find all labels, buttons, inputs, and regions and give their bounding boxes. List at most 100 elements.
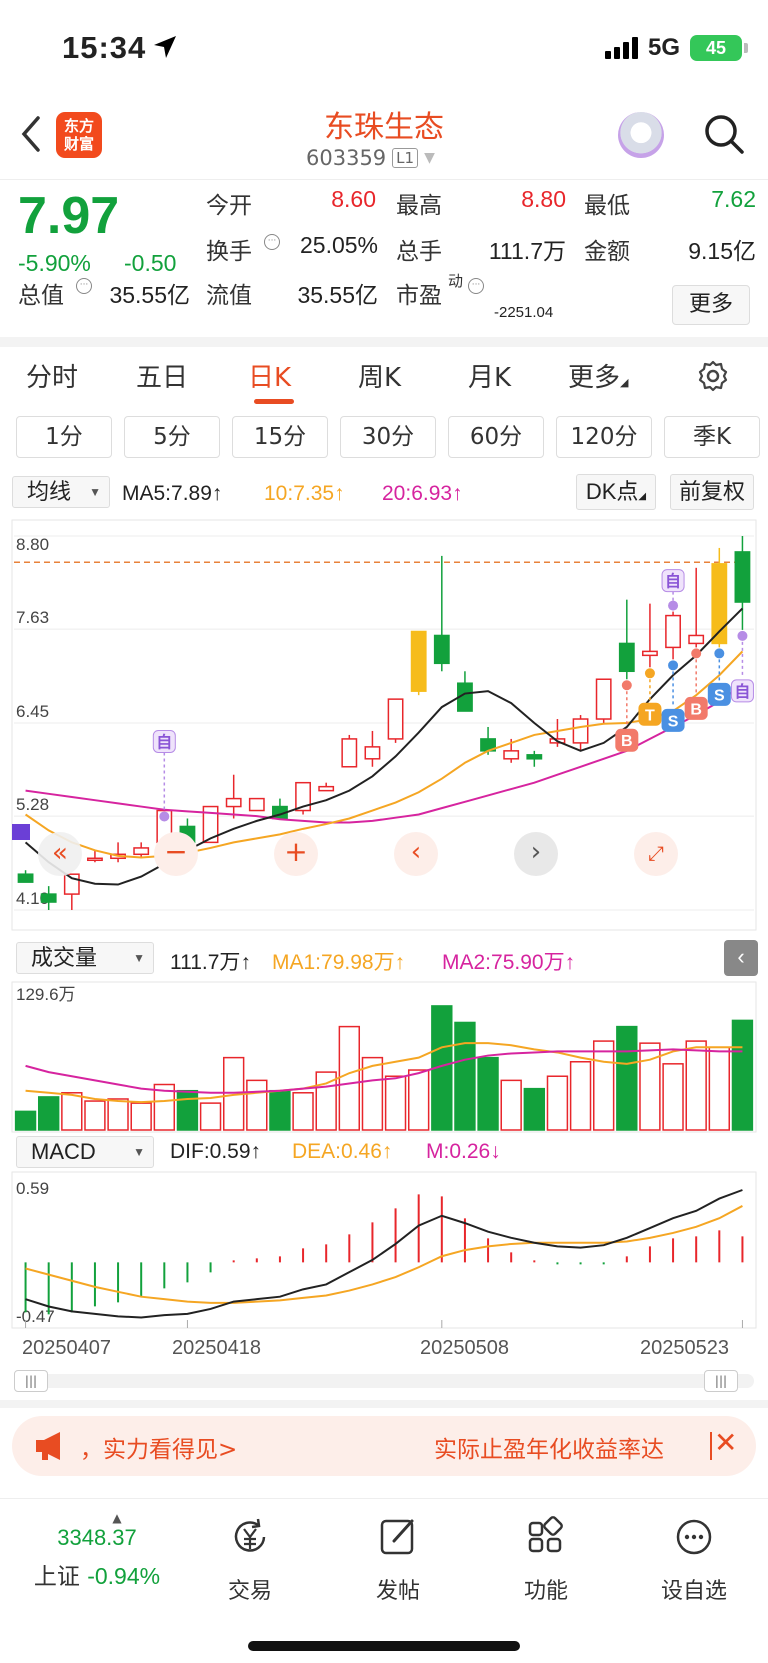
macd-top-label: 0.59 xyxy=(16,1179,49,1198)
candle-body xyxy=(87,857,103,862)
zoom-in-button[interactable]: + xyxy=(274,832,318,876)
tab-wuri[interactable]: 五日 xyxy=(136,357,188,394)
volume-select[interactable]: 成交量 ▼ xyxy=(16,942,154,974)
more-dots-icon xyxy=(676,1519,712,1555)
quote-value-low: 7.62 xyxy=(711,186,756,212)
candle-body xyxy=(225,797,242,808)
signal-icon xyxy=(604,37,638,59)
gear-icon[interactable] xyxy=(696,359,730,393)
candle-body xyxy=(410,630,427,692)
battery-icon: 45 xyxy=(690,35,748,61)
signal-label: 自 xyxy=(665,572,681,591)
dk-point-button[interactable]: DK点◢ xyxy=(576,474,656,510)
btn-60min[interactable]: 60分 xyxy=(448,416,544,458)
index-widget[interactable]: ▲ 3348.37 上证 -0.94% xyxy=(22,1511,172,1591)
btn-120min[interactable]: 120分 xyxy=(556,416,652,458)
scroll-right-button[interactable]: › xyxy=(514,832,558,876)
caret-icon: ◢ xyxy=(638,491,647,502)
caret-up-icon: ▲ xyxy=(112,1511,122,1525)
search-icon[interactable] xyxy=(702,112,746,156)
candle-body xyxy=(526,754,543,760)
volume-bar xyxy=(61,1092,83,1131)
stock-code-selector[interactable]: 603359 L1 ▼ xyxy=(306,146,435,170)
volume-ma2: MA2:75.90万↑ xyxy=(442,951,576,974)
tab-weekly-k[interactable]: 周K xyxy=(358,357,401,394)
macd-dif-line xyxy=(25,1189,743,1319)
promo-banner[interactable]: ，实力看得见> 实际止盈年化收益率达 ✕ xyxy=(12,1416,756,1476)
date-label: 20250508 xyxy=(420,1337,509,1359)
collapse-panel-button[interactable]: ‹ xyxy=(724,940,758,976)
status-time: 15:34 xyxy=(62,30,147,65)
info-dots-icon[interactable]: ··· xyxy=(264,234,280,250)
ma5-value: MA5:7.89 xyxy=(122,482,212,505)
ma10-value: 10:7.35 xyxy=(264,482,335,505)
dk-label: DK点 xyxy=(585,479,639,504)
scroll-start-button[interactable]: « xyxy=(38,832,82,876)
assistant-robot-icon[interactable] xyxy=(618,112,664,158)
info-dots-icon[interactable]: ··· xyxy=(468,278,484,294)
candle-body xyxy=(387,698,404,740)
volume-bar xyxy=(176,1089,199,1131)
scroll-handle-left[interactable]: ||| xyxy=(14,1370,48,1392)
nav-watchlist[interactable]: 设自选 xyxy=(634,1515,754,1605)
yen-exchange-icon xyxy=(234,1518,266,1552)
ma10-label: 10:7.35↑ xyxy=(264,482,345,505)
volume-ma1-value: MA1:79.98万 xyxy=(272,951,395,974)
nav-functions[interactable]: 功能 xyxy=(486,1515,606,1605)
active-tab-underline xyxy=(254,399,294,404)
tab-fenshi[interactable]: 分时 xyxy=(26,357,78,394)
pe-superscript: 动 xyxy=(448,272,464,290)
btn-30min[interactable]: 30分 xyxy=(340,416,436,458)
fullscreen-button[interactable]: ⤢ xyxy=(634,832,678,876)
btn-15min[interactable]: 15分 xyxy=(232,416,328,458)
candle-body xyxy=(433,634,450,665)
signal-dot xyxy=(714,648,725,659)
banner-divider xyxy=(710,1432,712,1460)
btn-quarter-k[interactable]: 季K xyxy=(664,416,760,458)
volume-bar xyxy=(731,1019,754,1131)
macd-frame xyxy=(11,1171,757,1329)
volume-chart: 129.6万 xyxy=(11,981,757,1133)
chart-area: 均线 ▼ MA5:7.89↑ 10:7.35↑ 20:6.93↑ DK点◢ 前复权… xyxy=(0,470,768,1370)
candle-body xyxy=(688,634,705,645)
signal-dot xyxy=(737,630,748,641)
volume-bar xyxy=(199,1102,222,1131)
quote-value-total-value: 35.55亿 xyxy=(109,282,190,308)
volume-bar xyxy=(14,1110,37,1131)
index-line: 上证 -0.94% xyxy=(22,1557,172,1591)
dropdown-arrow-icon: ▼ xyxy=(133,1145,145,1159)
tab-more[interactable]: 更多◢ xyxy=(568,357,628,394)
signal-dot xyxy=(691,648,702,659)
zoom-out-button[interactable]: − xyxy=(154,832,198,876)
btn-5min[interactable]: 5分 xyxy=(124,416,220,458)
quote-label-total-value: 总值 xyxy=(18,283,64,309)
volume-bar xyxy=(269,1089,291,1131)
volume-bar xyxy=(616,1025,638,1131)
quote-label-pe: 市盈 xyxy=(396,283,442,309)
location-arrow-icon xyxy=(154,36,176,58)
index-value: 3348.37 xyxy=(57,1525,137,1550)
scroll-handle-right[interactable]: ||| xyxy=(704,1370,738,1392)
bottom-nav: ▲ 3348.37 上证 -0.94% 交易 发帖 功能 设自选 xyxy=(0,1498,768,1663)
adjust-button[interactable]: 前复权 xyxy=(670,474,754,510)
nav-trade[interactable]: 交易 xyxy=(190,1515,310,1605)
candle-body xyxy=(40,893,57,903)
close-icon[interactable]: ✕ xyxy=(714,1426,737,1459)
quote-value-open: 8.60 xyxy=(331,186,376,212)
indicator-select[interactable]: 均线 ▼ xyxy=(12,476,110,508)
nav-post[interactable]: 发帖 xyxy=(338,1515,458,1605)
macd-select[interactable]: MACD ▼ xyxy=(16,1136,154,1168)
candle-body xyxy=(734,551,751,603)
volume-bar xyxy=(84,1100,106,1131)
home-indicator xyxy=(248,1641,520,1651)
volume-current: 111.7万 xyxy=(170,951,241,974)
volume-bar xyxy=(546,1075,569,1131)
btn-1min[interactable]: 1分 xyxy=(16,416,112,458)
more-button[interactable]: 更多 xyxy=(672,285,750,325)
candle-body xyxy=(642,650,658,657)
chart-scrollbar[interactable]: ||| ||| xyxy=(14,1370,754,1392)
tab-monthly-k[interactable]: 月K xyxy=(468,357,511,394)
tab-daily-k[interactable]: 日K xyxy=(248,357,291,394)
quote-label-float-value: 流值 xyxy=(206,283,252,309)
scroll-left-button[interactable]: ‹ xyxy=(394,832,438,876)
